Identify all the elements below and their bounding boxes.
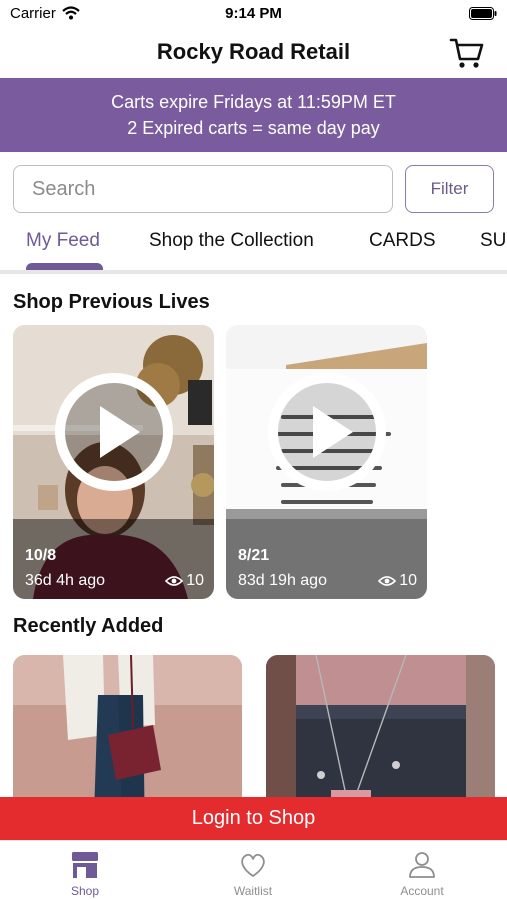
nav-label: Shop bbox=[70, 884, 100, 898]
video-card[interactable]: 8/21 83d 19h ago 10 bbox=[226, 325, 427, 599]
status-time: 9:14 PM bbox=[225, 5, 282, 22]
video-date: 8/21 bbox=[238, 547, 270, 564]
tab-su[interactable]: SU bbox=[480, 230, 506, 252]
section-title-previous-lives: Shop Previous Lives bbox=[13, 291, 210, 313]
eye-icon bbox=[378, 576, 397, 586]
heart-icon bbox=[241, 853, 265, 877]
active-tab-indicator bbox=[26, 263, 103, 270]
nav-label: Waitlist bbox=[233, 884, 273, 898]
notice-line-2: 2 Expired carts = same day pay bbox=[127, 118, 380, 138]
nav-item-shop[interactable]: Shop bbox=[25, 841, 145, 900]
person-icon bbox=[409, 852, 435, 878]
nav-bar: Rocky Road Retail bbox=[0, 28, 507, 78]
video-views: 10 bbox=[378, 572, 417, 590]
nav-item-account[interactable]: Account bbox=[362, 841, 482, 900]
view-count: 10 bbox=[399, 572, 417, 589]
video-age: 83d 19h ago bbox=[238, 572, 327, 589]
video-card[interactable]: 10/8 36d 4h ago 10 bbox=[13, 325, 214, 599]
tab-shop-the-collection[interactable]: Shop the Collection bbox=[149, 230, 314, 252]
tab-my-feed[interactable]: My Feed bbox=[26, 230, 100, 252]
video-views: 10 bbox=[165, 572, 204, 590]
nav-item-waitlist[interactable]: Waitlist bbox=[193, 841, 313, 900]
status-bar: Carrier 9:14 PM bbox=[0, 0, 507, 28]
page-title: Rocky Road Retail bbox=[156, 39, 351, 64]
notice-line-1: Carts expire Fridays at 11:59PM ET bbox=[111, 92, 396, 112]
category-tabs: My Feed Shop the Collection CARDS SU bbox=[0, 222, 507, 274]
battery-icon bbox=[469, 7, 497, 20]
eye-icon bbox=[165, 576, 184, 586]
search-input[interactable] bbox=[13, 165, 393, 213]
nav-label: Account bbox=[400, 884, 444, 898]
play-icon bbox=[268, 373, 386, 491]
play-icon bbox=[55, 373, 173, 491]
shopping-cart-icon[interactable] bbox=[449, 36, 485, 70]
cart-expiry-notice: Carts expire Fridays at 11:59PM ET 2 Exp… bbox=[0, 78, 507, 152]
view-count: 10 bbox=[186, 572, 204, 589]
login-to-shop-button[interactable]: Login to Shop bbox=[0, 797, 507, 840]
section-title-recently-added: Recently Added bbox=[13, 615, 164, 637]
storefront-icon bbox=[72, 852, 98, 878]
video-date: 10/8 bbox=[25, 547, 57, 564]
video-age: 36d 4h ago bbox=[25, 572, 106, 589]
filter-button[interactable]: Filter bbox=[405, 165, 494, 213]
bottom-nav: Shop Waitlist Account bbox=[0, 840, 507, 900]
tab-cards[interactable]: CARDS bbox=[369, 230, 436, 252]
